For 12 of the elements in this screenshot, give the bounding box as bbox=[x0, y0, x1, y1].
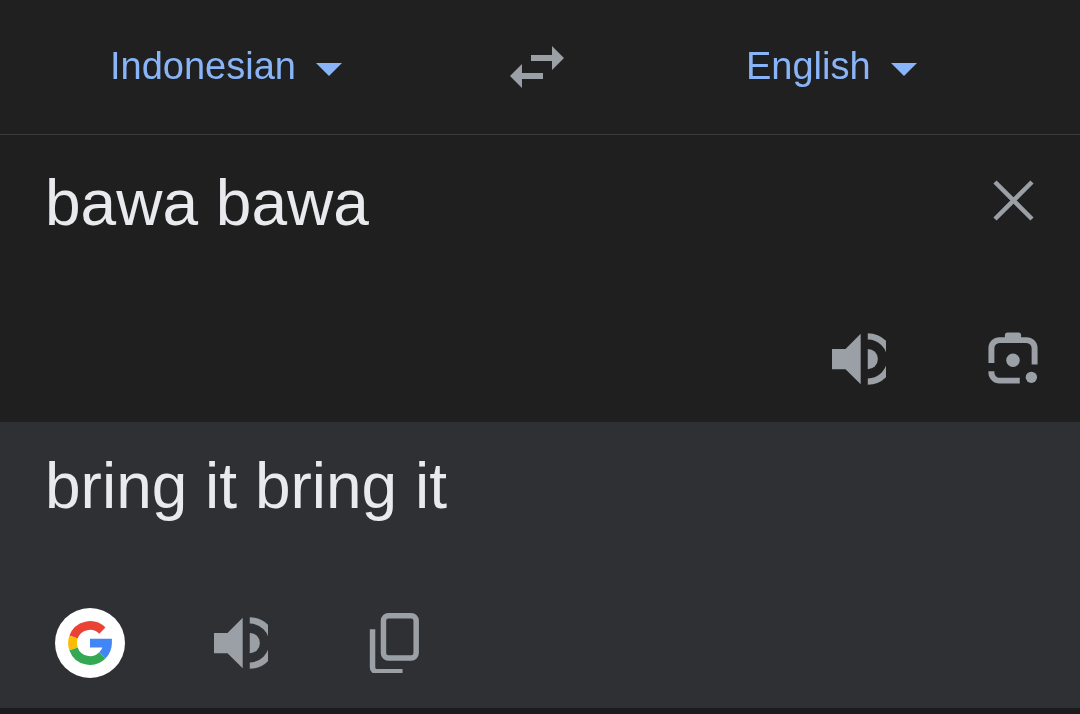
translation-text: bring it bring it bbox=[45, 449, 448, 524]
source-language-button[interactable]: Indonesian bbox=[110, 44, 342, 90]
close-icon[interactable] bbox=[993, 180, 1034, 221]
g-logo-icon[interactable] bbox=[55, 608, 125, 678]
speaker-icon[interactable] bbox=[832, 332, 886, 386]
caret-icon bbox=[890, 62, 917, 76]
target-language-button[interactable]: English bbox=[745, 44, 917, 90]
speaker-icon[interactable] bbox=[214, 616, 268, 670]
swap-arrows-icon[interactable] bbox=[509, 46, 564, 88]
source-text-field[interactable]: bawa bawa bbox=[45, 165, 369, 242]
caret-icon bbox=[315, 62, 342, 76]
camera-lens-icon[interactable] bbox=[986, 332, 1040, 386]
